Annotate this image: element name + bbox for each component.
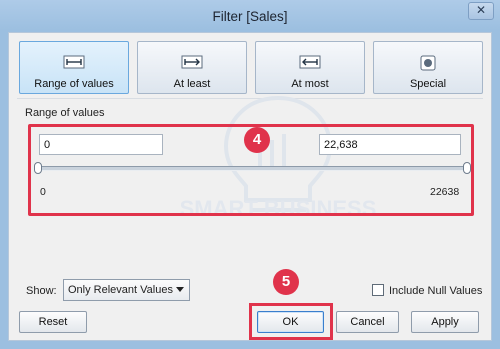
show-dropdown-value: Only Relevant Values xyxy=(68,284,173,296)
apply-button[interactable]: Apply xyxy=(411,311,479,333)
chevron-down-icon xyxy=(176,287,184,292)
special-label: Special xyxy=(409,78,447,90)
dialog-title: Filter [Sales] xyxy=(212,9,288,24)
slider-max-handle[interactable] xyxy=(463,162,471,174)
filter-dialog: Filter [Sales] ✕ Range of values At leas… xyxy=(0,0,500,349)
slider-min-handle[interactable] xyxy=(34,162,42,174)
at-least-button[interactable]: At least xyxy=(137,41,247,94)
at-most-label: At most xyxy=(291,78,329,90)
close-icon: ✕ xyxy=(475,3,487,17)
title-bar[interactable]: Filter [Sales] ✕ xyxy=(0,0,500,32)
range-of-values-icon xyxy=(20,55,128,69)
separator xyxy=(17,98,483,99)
range-slider[interactable] xyxy=(40,166,466,171)
at-most-icon xyxy=(256,55,364,69)
max-value-input[interactable]: 22,638 xyxy=(319,134,461,155)
at-least-icon xyxy=(138,55,246,69)
include-null-checkbox[interactable] xyxy=(372,284,384,296)
at-least-label: At least xyxy=(173,78,211,90)
slider-min-label: 0 xyxy=(40,186,46,198)
min-value-input[interactable]: 0 xyxy=(39,134,163,155)
range-section-label: Range of values xyxy=(25,107,105,119)
show-label: Show: xyxy=(26,285,57,297)
slider-max-label: 22638 xyxy=(430,186,460,198)
show-dropdown[interactable]: Only Relevant Values xyxy=(63,279,190,301)
cancel-button[interactable]: Cancel xyxy=(336,311,399,333)
include-null-label[interactable]: Include Null Values xyxy=(389,285,482,297)
reset-button[interactable]: Reset xyxy=(19,311,87,333)
special-icon xyxy=(374,55,482,71)
range-of-values-button[interactable]: Range of values xyxy=(19,41,129,94)
at-most-button[interactable]: At most xyxy=(255,41,365,94)
close-button[interactable]: ✕ xyxy=(468,2,494,20)
range-of-values-label: Range of values xyxy=(34,78,114,90)
step-badge-4: 4 xyxy=(244,127,270,153)
special-button[interactable]: Special xyxy=(373,41,483,94)
step-badge-5: 5 xyxy=(273,269,299,295)
ok-button[interactable]: OK xyxy=(257,311,324,333)
